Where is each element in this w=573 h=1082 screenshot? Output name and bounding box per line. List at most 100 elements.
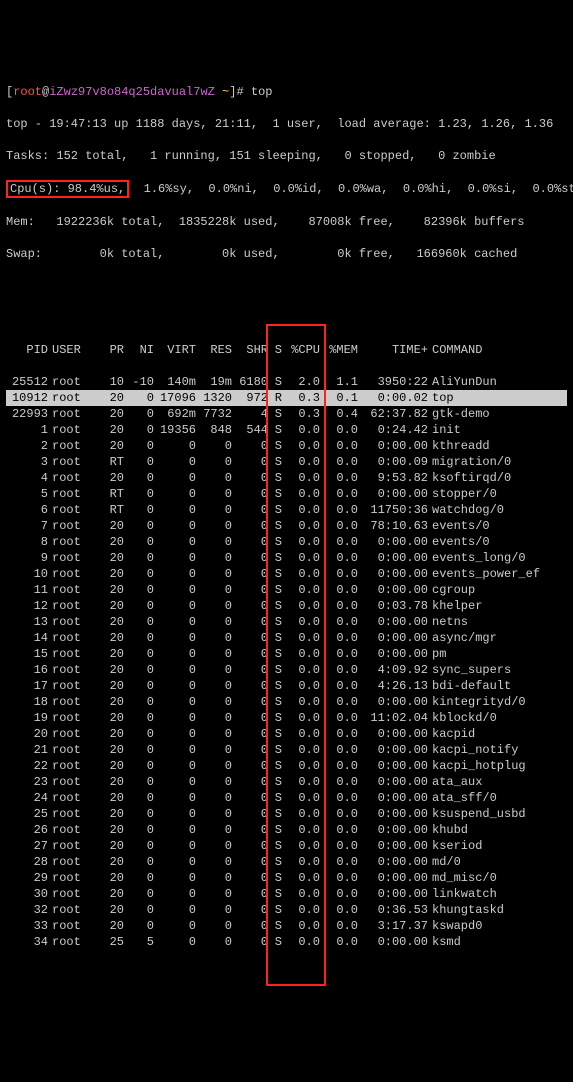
cell-user: root xyxy=(48,566,94,582)
table-row: 16root200000S0.00.04:09.92sync_supers xyxy=(6,662,567,678)
cell-shr: 0 xyxy=(232,694,268,710)
cell-cmd: cgroup xyxy=(428,582,567,598)
cell-user: root xyxy=(48,630,94,646)
cell-time: 0:00.00 xyxy=(358,534,428,550)
cell-pr: 20 xyxy=(94,678,124,694)
table-row: 28root200000S0.00.00:00.00md/0 xyxy=(6,854,567,870)
cell-cmd: netns xyxy=(428,614,567,630)
cell-cmd: kacpi_hotplug xyxy=(428,758,567,774)
cell-ni: 0 xyxy=(124,790,154,806)
cell-pid: 27 xyxy=(6,838,48,854)
cell-pid: 10 xyxy=(6,566,48,582)
cell-s: S xyxy=(268,742,284,758)
cell-pr: 20 xyxy=(94,438,124,454)
cpu-rest: 1.6%sy, 0.0%ni, 0.0%id, 0.0%wa, 0.0%hi, … xyxy=(129,182,573,196)
cell-mem: 0.0 xyxy=(322,518,358,534)
prompt-host: iZwz97v8o84q25davual7wZ xyxy=(49,85,215,99)
table-row: 24root200000S0.00.00:00.00ata_sff/0 xyxy=(6,790,567,806)
cell-s: S xyxy=(268,582,284,598)
cell-res: 0 xyxy=(196,470,232,486)
col-pid: PID xyxy=(6,342,48,358)
cell-virt: 0 xyxy=(154,550,196,566)
cell-mem: 0.0 xyxy=(322,470,358,486)
cell-pid: 8 xyxy=(6,534,48,550)
cell-s: S xyxy=(268,806,284,822)
cell-virt: 0 xyxy=(154,726,196,742)
table-row: 32root200000S0.00.00:36.53khungtaskd xyxy=(6,902,567,918)
cell-cpu: 0.0 xyxy=(284,662,322,678)
cell-user: root xyxy=(48,790,94,806)
cell-mem: 0.0 xyxy=(322,630,358,646)
cell-mem: 0.0 xyxy=(322,918,358,934)
table-row: 21root200000S0.00.00:00.00kacpi_notify xyxy=(6,742,567,758)
table-row: 9root200000S0.00.00:00.00events_long/0 xyxy=(6,550,567,566)
cell-time: 3:17.37 xyxy=(358,918,428,934)
cell-cpu: 0.0 xyxy=(284,790,322,806)
cell-ni: 0 xyxy=(124,902,154,918)
cell-shr: 0 xyxy=(232,918,268,934)
cell-pr: 20 xyxy=(94,662,124,678)
cell-ni: 0 xyxy=(124,662,154,678)
cell-mem: 0.0 xyxy=(322,758,358,774)
cell-mem: 0.4 xyxy=(322,406,358,422)
cell-shr: 0 xyxy=(232,614,268,630)
cell-virt: 0 xyxy=(154,806,196,822)
cell-time: 0:00.00 xyxy=(358,838,428,854)
cell-pid: 5 xyxy=(6,486,48,502)
cell-res: 0 xyxy=(196,630,232,646)
cell-res: 0 xyxy=(196,502,232,518)
table-row: 8root200000S0.00.00:00.00events/0 xyxy=(6,534,567,550)
cell-cmd: ksoftirqd/0 xyxy=(428,470,567,486)
cell-res: 0 xyxy=(196,886,232,902)
prompt-cmd: top xyxy=(251,85,273,99)
cell-virt: 0 xyxy=(154,902,196,918)
table-row: 12root200000S0.00.00:03.78khelper xyxy=(6,598,567,614)
cell-pr: 20 xyxy=(94,566,124,582)
cell-cmd: events_power_ef xyxy=(428,566,567,582)
cell-s: S xyxy=(268,774,284,790)
col-shr: SHR xyxy=(232,342,268,358)
cell-pr: 20 xyxy=(94,422,124,438)
cell-pr: 20 xyxy=(94,790,124,806)
summary-line-2: Tasks: 152 total, 1 running, 151 sleepin… xyxy=(6,148,567,164)
cell-user: root xyxy=(48,758,94,774)
cell-virt: 17096 xyxy=(154,390,196,406)
table-row: 20root200000S0.00.00:00.00kacpid xyxy=(6,726,567,742)
cell-s: S xyxy=(268,822,284,838)
cell-virt: 0 xyxy=(154,838,196,854)
cell-user: root xyxy=(48,806,94,822)
cell-s: S xyxy=(268,518,284,534)
cell-shr: 0 xyxy=(232,854,268,870)
cell-cpu: 0.0 xyxy=(284,886,322,902)
cell-pr: 20 xyxy=(94,646,124,662)
cell-cpu: 0.0 xyxy=(284,550,322,566)
cell-cmd: kthreadd xyxy=(428,438,567,454)
cell-user: root xyxy=(48,582,94,598)
cell-user: root xyxy=(48,470,94,486)
cell-user: root xyxy=(48,742,94,758)
cell-shr: 544 xyxy=(232,422,268,438)
cell-res: 0 xyxy=(196,918,232,934)
cell-virt: 0 xyxy=(154,646,196,662)
terminal[interactable]: [root@iZwz97v8o84q25davual7wZ ~]# top to… xyxy=(6,68,567,998)
cell-pr: 20 xyxy=(94,470,124,486)
cell-cmd: kblockd/0 xyxy=(428,710,567,726)
cell-mem: 0.0 xyxy=(322,742,358,758)
cell-user: root xyxy=(48,854,94,870)
cell-cpu: 0.0 xyxy=(284,566,322,582)
cell-time: 0:00.09 xyxy=(358,454,428,470)
cell-time: 9:53.82 xyxy=(358,470,428,486)
cell-ni: 0 xyxy=(124,486,154,502)
cell-user: root xyxy=(48,886,94,902)
cell-pr: 20 xyxy=(94,838,124,854)
cell-cmd: ksmd xyxy=(428,934,567,950)
cell-pid: 29 xyxy=(6,870,48,886)
cell-res: 0 xyxy=(196,550,232,566)
cell-res: 0 xyxy=(196,726,232,742)
cell-cmd: kseriod xyxy=(428,838,567,854)
table-row: 2root200000S0.00.00:00.00kthreadd xyxy=(6,438,567,454)
cell-pr: 20 xyxy=(94,598,124,614)
cell-s: S xyxy=(268,726,284,742)
cell-cmd: kintegrityd/0 xyxy=(428,694,567,710)
cell-cpu: 0.0 xyxy=(284,854,322,870)
